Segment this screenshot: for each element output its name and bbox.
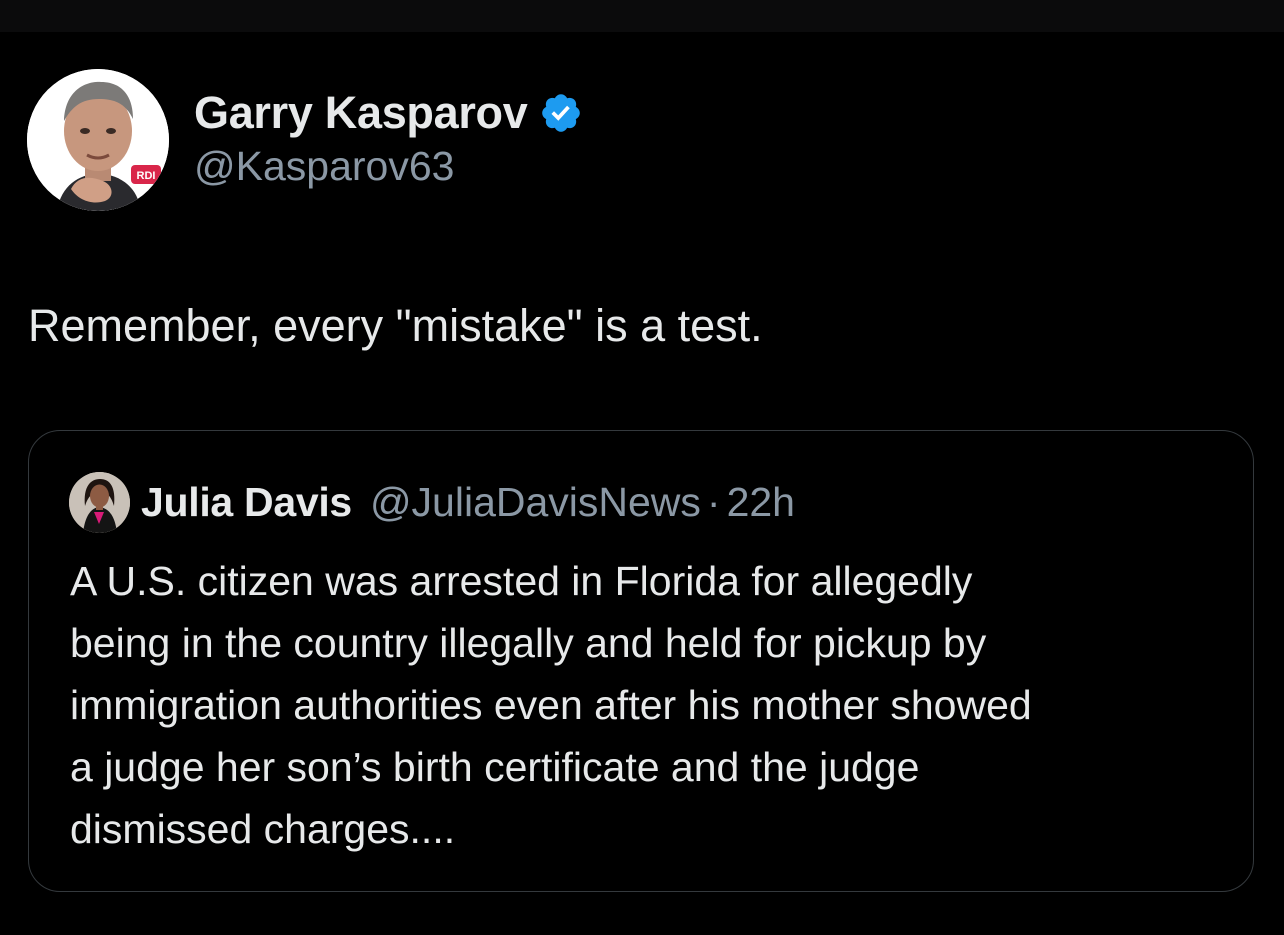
quoted-tweet-card[interactable]: Julia Davis @JuliaDavisNews · 22h A U.S.… [28, 430, 1254, 892]
quoted-tweet-timestamp[interactable]: 22h [727, 479, 795, 526]
author-avatar-image: RDI [27, 69, 169, 211]
status-bar [0, 0, 1284, 32]
quoted-tweet-text: A U.S. citizen was arrested in Florida f… [70, 558, 1032, 852]
quoted-tweet-header: Julia Davis @JuliaDavisNews · 22h [69, 471, 795, 533]
separator-dot: · [706, 478, 721, 525]
quoted-author-avatar-image [69, 471, 130, 533]
display-name-row: Garry Kasparov [194, 85, 583, 141]
tweet-text: Remember, every "mistake" is a test. [28, 300, 763, 351]
quoted-author-display-name[interactable]: Julia Davis [141, 479, 352, 526]
author-names: Garry Kasparov @Kasparov63 [194, 85, 583, 190]
author-display-name[interactable]: Garry Kasparov [194, 87, 528, 139]
quoted-author-handle[interactable]: @JuliaDavisNews [370, 479, 701, 526]
avatar-badge-text: RDI [137, 170, 156, 182]
verified-badge-icon[interactable] [539, 91, 583, 135]
author-avatar[interactable]: RDI [27, 69, 169, 211]
quoted-author-avatar[interactable] [69, 471, 130, 533]
tweet-author: RDI Garry Kasparov @Kasparov63 [27, 69, 1127, 214]
author-handle[interactable]: @Kasparov63 [194, 143, 583, 190]
